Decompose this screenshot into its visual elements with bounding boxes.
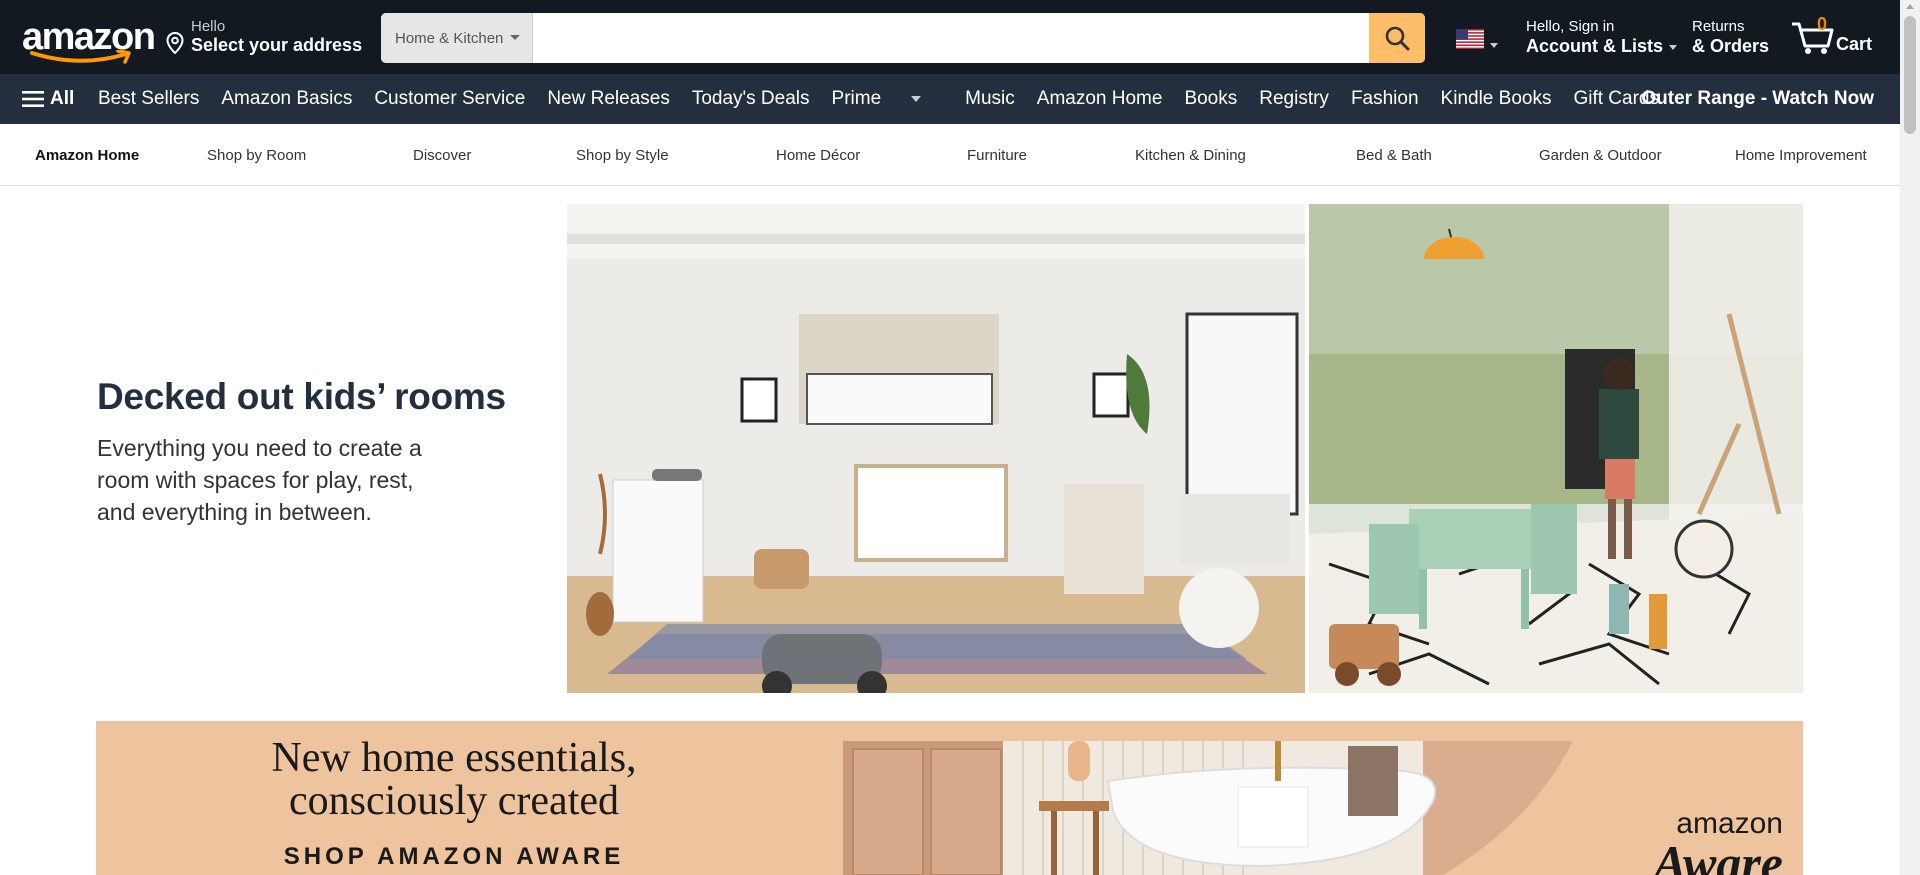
all-menu-button[interactable]: All bbox=[22, 88, 74, 110]
account-menu[interactable]: Hello, Sign in Account & Lists bbox=[1526, 18, 1678, 57]
store-nav-shop-by-style[interactable]: Shop by Style bbox=[576, 147, 669, 164]
nav-link-best-sellers[interactable]: Best Sellers bbox=[98, 88, 199, 110]
banner-headline-line1: New home essentials, bbox=[271, 735, 637, 781]
hero-description: Everything you need to create a room wit… bbox=[97, 435, 422, 525]
address-greeting: Hello bbox=[191, 18, 226, 35]
cart-button[interactable]: 0 Cart bbox=[1790, 14, 1880, 58]
scroll-up-icon[interactable] bbox=[1906, 4, 1914, 9]
nav-link-books[interactable]: Books bbox=[1184, 88, 1237, 110]
store-nav-kitchen-dining[interactable]: Kitchen & Dining bbox=[1135, 147, 1246, 164]
search-category-dropdown[interactable]: Home & Kitchen bbox=[381, 13, 533, 63]
store-nav-shop-by-room[interactable]: Shop by Room bbox=[207, 147, 306, 164]
nav-link-fashion[interactable]: Fashion bbox=[1351, 88, 1419, 110]
account-label: Account & Lists bbox=[1526, 36, 1664, 56]
language-selector[interactable] bbox=[1456, 29, 1500, 53]
chevron-down-icon bbox=[510, 35, 520, 40]
amazon-logo[interactable]: amazon bbox=[18, 14, 156, 64]
nav-link-new-releases[interactable]: New Releases bbox=[547, 88, 670, 110]
page-scrollbar[interactable] bbox=[1900, 0, 1920, 875]
store-nav-furniture[interactable]: Furniture bbox=[967, 147, 1027, 164]
hero-image-nursery[interactable] bbox=[567, 204, 1305, 693]
secondary-nav: All Best Sellers Amazon Basics Customer … bbox=[0, 74, 1900, 124]
cart-icon bbox=[1792, 22, 1834, 54]
nav-link-registry[interactable]: Registry bbox=[1259, 88, 1329, 110]
playroom-photo bbox=[1309, 204, 1803, 693]
nursery-photo bbox=[567, 204, 1305, 693]
cart-label: Cart bbox=[1836, 34, 1873, 54]
hero-image-playroom[interactable] bbox=[1309, 204, 1803, 693]
store-nav-bed-bath[interactable]: Bed & Bath bbox=[1356, 147, 1432, 164]
chevron-down-icon bbox=[1669, 44, 1678, 50]
store-nav-home-decor[interactable]: Home Décor bbox=[776, 147, 860, 164]
nav-link-prime-wrap[interactable]: Prime bbox=[832, 88, 944, 110]
all-menu-label: All bbox=[50, 88, 75, 109]
amazon-aware-logo: amazon Aware bbox=[1653, 809, 1783, 875]
logo-smile-icon bbox=[30, 50, 131, 64]
hero-text: Decked out kids’ rooms Everything you ne… bbox=[97, 376, 537, 528]
nav-link-todays-deals[interactable]: Today's Deals bbox=[692, 88, 810, 110]
store-nav-home-improvement[interactable]: Home Improvement bbox=[1735, 147, 1867, 164]
account-greeting: Hello, Sign in bbox=[1526, 18, 1615, 35]
chevron-down-icon bbox=[911, 95, 922, 102]
store-nav-garden-outdoor[interactable]: Garden & Outdoor bbox=[1539, 147, 1662, 164]
search-input[interactable] bbox=[533, 13, 1369, 63]
scrollbar-thumb[interactable] bbox=[1904, 16, 1916, 134]
hero-title: Decked out kids’ rooms bbox=[97, 376, 506, 417]
nav-link-prime: Prime bbox=[831, 88, 882, 109]
us-flag-icon bbox=[1456, 29, 1484, 49]
top-nav: amazon Hello Select your address Home & … bbox=[0, 0, 1900, 74]
address-label: Select your address bbox=[191, 35, 363, 55]
bathroom-photo bbox=[843, 741, 1573, 875]
location-pin-icon bbox=[166, 32, 184, 54]
store-nav-amazon-home[interactable]: Amazon Home bbox=[35, 147, 139, 164]
amazon-aware-banner[interactable]: New home essentials, consciously created… bbox=[96, 721, 1803, 875]
search-bar: Home & Kitchen bbox=[381, 13, 1425, 63]
hamburger-menu-icon bbox=[22, 91, 44, 107]
store-nav-discover[interactable]: Discover bbox=[413, 147, 471, 164]
nav-link-amazon-basics[interactable]: Amazon Basics bbox=[221, 88, 352, 110]
banner-cta[interactable]: SHOP AMAZON AWARE bbox=[96, 843, 812, 871]
chevron-down-icon bbox=[1490, 43, 1498, 48]
returns-orders-link[interactable]: Returns & Orders bbox=[1692, 18, 1769, 57]
banner-headline: New home essentials, consciously created bbox=[96, 737, 812, 823]
nav-link-music[interactable]: Music bbox=[965, 88, 1015, 110]
store-nav: Amazon Home Shop by Room Discover Shop b… bbox=[0, 124, 1900, 186]
nav-links: Best Sellers Amazon Basics Customer Serv… bbox=[98, 88, 1681, 110]
nav-link-amazon-home[interactable]: Amazon Home bbox=[1037, 88, 1163, 110]
search-category-label: Home & Kitchen bbox=[395, 30, 504, 47]
search-button[interactable] bbox=[1369, 13, 1425, 63]
nav-promo-link[interactable]: Outer Range - Watch Now bbox=[1641, 88, 1874, 110]
nav-link-kindle-books[interactable]: Kindle Books bbox=[1441, 88, 1552, 110]
aware-logo-line2: Aware bbox=[1653, 835, 1783, 875]
returns-label: Returns bbox=[1692, 18, 1745, 35]
cart-count: 0 bbox=[1817, 14, 1828, 34]
search-icon bbox=[1385, 26, 1410, 51]
banner-headline-line2: consciously created bbox=[288, 778, 620, 824]
nav-link-customer-service[interactable]: Customer Service bbox=[374, 88, 525, 110]
orders-label: & Orders bbox=[1692, 36, 1770, 56]
